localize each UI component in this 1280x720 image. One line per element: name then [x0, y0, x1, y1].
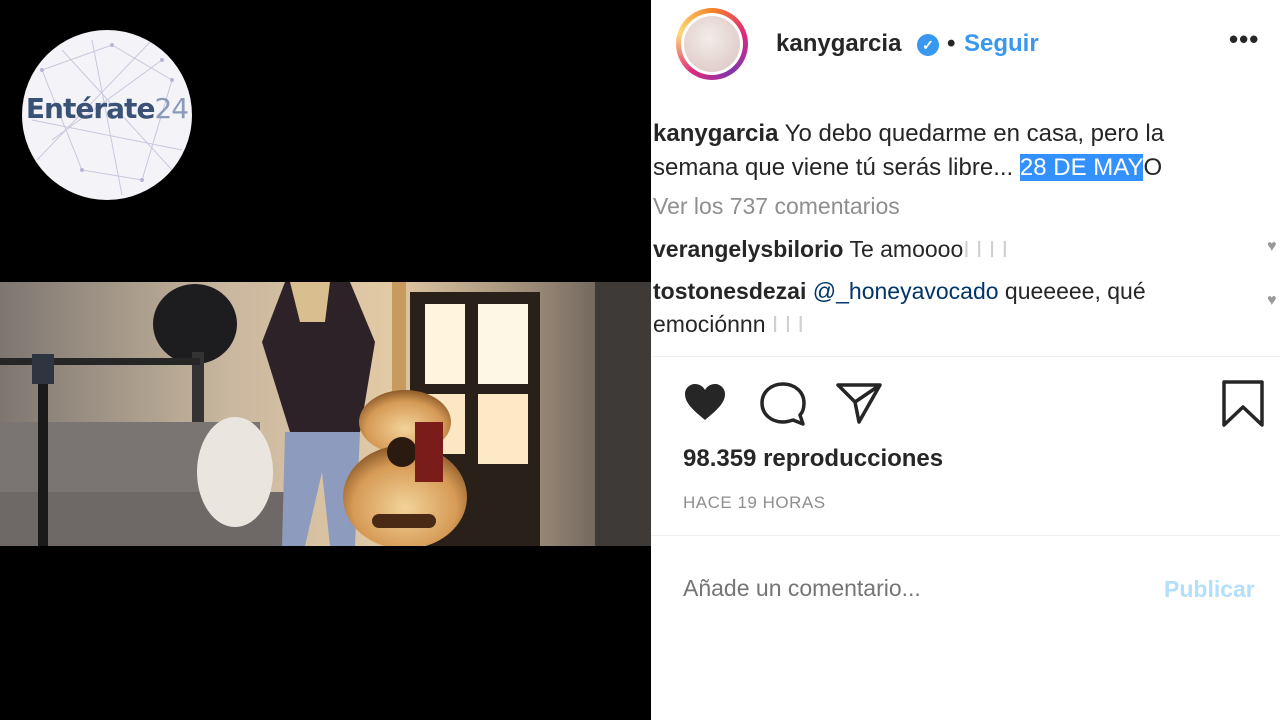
comment-extra: I I I I [963, 236, 1008, 262]
view-count: 98.359 reproducciones [683, 445, 944, 472]
caption-highlight: 28 DE MAY [1019, 154, 1144, 181]
comment-extra: I I I [771, 311, 804, 337]
enterate24-logo: Entérate24 [22, 30, 192, 200]
save-icon[interactable] [1221, 380, 1265, 428]
post-panel: kanygarcia ✓ • Seguir ••• kanygarcia Yo … [651, 0, 1280, 720]
avatar-image [684, 16, 740, 72]
more-options-icon[interactable]: ••• [1229, 24, 1259, 55]
caption-tail: O [1143, 154, 1163, 181]
post-header: kanygarcia ✓ • Seguir ••• [651, 0, 1280, 92]
share-icon[interactable] [835, 380, 883, 424]
video-scene [0, 282, 651, 546]
avatar[interactable] [676, 8, 748, 80]
comment-like-icon[interactable]: ♥ [1267, 238, 1277, 256]
video-panel: Entérate24 [0, 0, 651, 720]
follow-button[interactable]: Seguir [964, 30, 1039, 58]
comment-item: verangelysbilorio Te amooooI I I I [653, 233, 1233, 266]
logo-name: Entérate [25, 92, 156, 125]
comment-input[interactable] [683, 575, 1123, 602]
verified-icon: ✓ [917, 34, 939, 56]
like-icon[interactable] [683, 382, 727, 422]
comment-username[interactable]: tostonesdezai [653, 278, 806, 304]
avatar-border [681, 13, 743, 75]
divider [651, 356, 1280, 357]
comment-username[interactable]: verangelysbilorio [653, 236, 843, 262]
comment-icon[interactable] [759, 380, 807, 428]
post-caption: kanygarcia Yo debo quedarme en casa, per… [653, 117, 1253, 185]
video-frame[interactable] [0, 282, 651, 546]
publish-button[interactable]: Publicar [1164, 576, 1255, 603]
separator-dot: • [947, 30, 956, 57]
post-username[interactable]: kanygarcia [776, 30, 901, 58]
comment-like-icon[interactable]: ♥ [1267, 292, 1277, 310]
caption-username[interactable]: kanygarcia [653, 120, 778, 147]
logo-wordmark: Entérate24 [22, 92, 192, 125]
comment-text: Te amoooo [849, 236, 964, 262]
comment-item: tostonesdezai @_honeyavocado queeeee, qu… [653, 275, 1233, 341]
comment-mention[interactable]: @_honeyavocado [813, 278, 999, 304]
logo-number: 24 [154, 92, 189, 125]
view-comments-link[interactable]: Ver los 737 comentarios [653, 193, 900, 220]
divider [651, 535, 1280, 536]
post-timestamp: HACE 19 HORAS [683, 493, 826, 512]
